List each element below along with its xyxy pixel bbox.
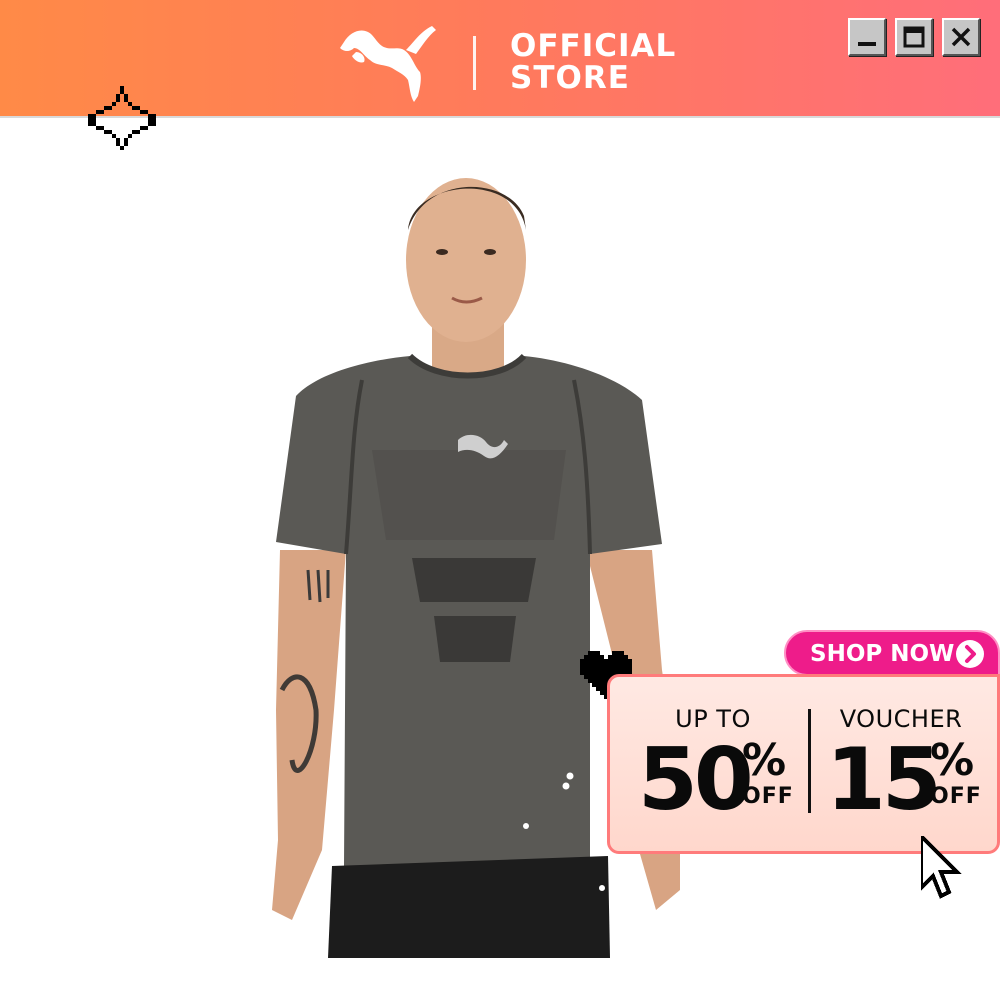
discount-top-label: UP TO xyxy=(675,705,751,733)
chevron-right-icon xyxy=(956,640,984,668)
shirt-knit-band-1 xyxy=(412,558,536,602)
model-left-arm xyxy=(272,550,346,920)
maximize-button[interactable] xyxy=(895,18,933,56)
shirt-knit-band-2 xyxy=(434,616,516,662)
voucher-block: VOUCHER 15 % OFF xyxy=(826,705,996,825)
voucher-percent-sign: % xyxy=(930,735,975,786)
pixel-cursor-icon xyxy=(921,836,962,899)
voucher-top-label: VOUCHER xyxy=(839,705,963,733)
discount-value: 50 xyxy=(638,730,754,830)
discount-percent-sign: % xyxy=(742,735,787,786)
shop-now-button[interactable]: SHOP NOW xyxy=(784,630,1000,676)
discount-block: UP TO 50 % OFF xyxy=(638,705,803,825)
pixel-sparkle-icon xyxy=(88,86,156,154)
minimize-icon xyxy=(858,42,876,46)
shop-now-label: SHOP NOW xyxy=(810,641,955,667)
official-store-label: OFFICIAL STORE xyxy=(510,30,676,94)
close-icon xyxy=(951,27,971,47)
close-button[interactable] xyxy=(942,18,980,56)
store-line-1: OFFICIAL xyxy=(510,28,677,64)
header-divider xyxy=(473,36,476,90)
promo-card[interactable]: UP TO 50 % OFF VOUCHER 15 % OFF xyxy=(607,674,1000,854)
puma-logo-icon[interactable] xyxy=(336,22,440,104)
promo-divider xyxy=(808,709,811,813)
voucher-value: 15 xyxy=(826,730,942,830)
voucher-off-label: OFF xyxy=(930,784,982,809)
store-line-2: STORE xyxy=(510,60,630,96)
black-shorts xyxy=(328,856,610,958)
maximize-icon xyxy=(903,26,925,48)
discount-off-label: OFF xyxy=(742,784,794,809)
minimize-button[interactable] xyxy=(848,18,886,56)
